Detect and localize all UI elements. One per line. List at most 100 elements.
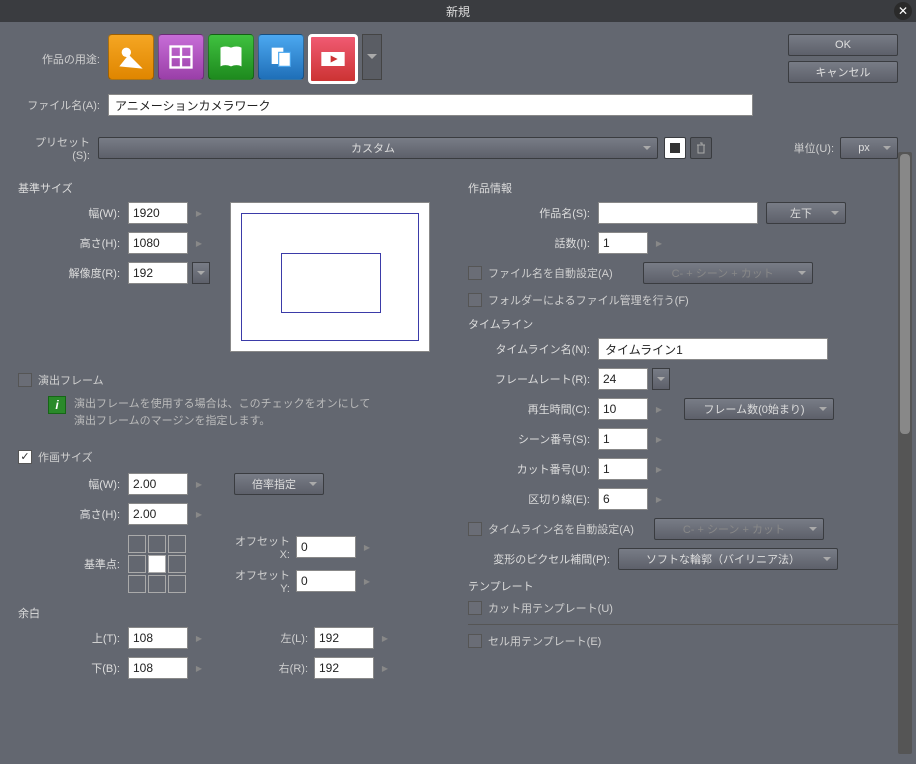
titlebar: 新規 ✕	[0, 0, 916, 22]
margin-top-spin[interactable]	[194, 634, 204, 643]
purpose-book-icon[interactable]	[208, 34, 254, 80]
auto-filename-label: ファイル名を自動設定(A)	[488, 265, 613, 281]
draw-width-input[interactable]	[128, 473, 188, 495]
anchor-grid[interactable]	[128, 535, 186, 593]
info-icon: i	[48, 396, 66, 414]
anchor-label: 基準点:	[18, 556, 128, 572]
width-spin[interactable]	[194, 209, 204, 218]
margin-right-label: 右(R):	[234, 660, 314, 676]
name-position-select[interactable]: 左下	[766, 202, 846, 224]
offsetx-label: オフセットX:	[226, 533, 296, 561]
work-name-input[interactable]	[598, 202, 758, 224]
purpose-print-icon[interactable]	[258, 34, 304, 80]
fps-label: フレームレート(R):	[468, 371, 598, 387]
resolution-input[interactable]	[128, 262, 188, 284]
close-button[interactable]: ✕	[894, 2, 912, 20]
preset-save-icon[interactable]	[664, 137, 686, 159]
height-label: 高さ(H):	[18, 235, 128, 251]
cel-template-checkbox[interactable]	[468, 634, 482, 648]
draw-size-checkbox[interactable]	[18, 450, 32, 464]
playtime-input[interactable]	[598, 398, 648, 420]
scene-input[interactable]	[598, 428, 648, 450]
cut-template-checkbox[interactable]	[468, 601, 482, 615]
divider-input[interactable]	[598, 488, 648, 510]
height-spin[interactable]	[194, 239, 204, 248]
canvas-preview	[230, 202, 430, 352]
preset-delete-icon[interactable]	[690, 137, 712, 159]
margin-bottom-spin[interactable]	[194, 664, 204, 673]
scene-spin[interactable]	[654, 435, 664, 444]
divider-spin[interactable]	[654, 495, 664, 504]
offsetx-spin[interactable]	[362, 543, 372, 552]
margin-left-spin[interactable]	[380, 634, 390, 643]
filename-label: ファイル名(A):	[18, 97, 108, 113]
timeline-name-input[interactable]	[598, 338, 828, 360]
fps-input[interactable]	[598, 368, 648, 390]
auto-filename-format[interactable]: C- + シーン + カット	[643, 262, 813, 284]
margin-left-input[interactable]	[314, 627, 374, 649]
preset-select[interactable]: カスタム	[98, 137, 658, 159]
auto-timeline-checkbox[interactable]	[468, 522, 482, 536]
purpose-animation-icon[interactable]	[308, 34, 358, 84]
draw-width-spin[interactable]	[194, 480, 204, 489]
pixel-interp-label: 変形のピクセル補間(P):	[468, 551, 618, 567]
margin-right-input[interactable]	[314, 657, 374, 679]
margin-bottom-input[interactable]	[128, 657, 188, 679]
margin-left-label: 左(L):	[234, 630, 314, 646]
purpose-dropdown[interactable]	[362, 34, 382, 80]
scrollbar[interactable]	[898, 152, 912, 754]
scale-mode-select[interactable]: 倍率指定	[234, 473, 324, 495]
direction-frame-checkbox[interactable]	[18, 373, 32, 387]
scene-label: シーン番号(S):	[468, 431, 598, 447]
auto-timeline-label: タイムライン名を自動設定(A)	[488, 521, 634, 537]
purpose-illustration-icon[interactable]	[108, 34, 154, 80]
offsety-input[interactable]	[296, 570, 356, 592]
resolution-label: 解像度(R):	[18, 265, 128, 281]
filename-input[interactable]	[108, 94, 753, 116]
offsetx-input[interactable]	[296, 536, 356, 558]
width-input[interactable]	[128, 202, 188, 224]
playtime-label: 再生時間(C):	[468, 401, 598, 417]
timeline-name-label: タイムライン名(N):	[468, 341, 598, 357]
playtime-spin[interactable]	[654, 405, 664, 414]
cel-template-label: セル用テンプレート(E)	[488, 633, 601, 649]
work-info-head: 作品情報	[468, 180, 898, 196]
margin-head: 余白	[18, 605, 448, 621]
purpose-comic-icon[interactable]	[158, 34, 204, 80]
cut-label: カット番号(U):	[468, 461, 598, 477]
margin-top-input[interactable]	[128, 627, 188, 649]
draw-height-input[interactable]	[128, 503, 188, 525]
resolution-drop[interactable]	[192, 262, 210, 284]
episode-input[interactable]	[598, 232, 648, 254]
direction-hint: 演出フレームを使用する場合は、このチェックをオンにして 演出フレームのマージンを…	[74, 396, 370, 429]
dialog-title: 新規	[446, 3, 470, 20]
divider-label: 区切り線(E):	[468, 491, 598, 507]
frame-count-select[interactable]: フレーム数(0始まり)	[684, 398, 834, 420]
auto-timeline-format[interactable]: C- + シーン + カット	[654, 518, 824, 540]
base-size-head: 基準サイズ	[18, 180, 448, 196]
direction-frame-label: 演出フレーム	[38, 372, 104, 388]
preset-label: プリセット(S):	[18, 134, 98, 162]
margin-bottom-label: 下(B):	[18, 660, 128, 676]
cut-input[interactable]	[598, 458, 648, 480]
fps-drop[interactable]	[652, 368, 670, 390]
episode-spin[interactable]	[654, 239, 664, 248]
timeline-head: タイムライン	[468, 316, 898, 332]
margin-top-label: 上(T):	[18, 630, 128, 646]
cancel-button[interactable]: キャンセル	[788, 61, 898, 83]
cut-spin[interactable]	[654, 465, 664, 474]
pixel-interp-select[interactable]: ソフトな輪郭（バイリニア法）	[618, 548, 838, 570]
unit-select[interactable]: px	[840, 137, 898, 159]
height-input[interactable]	[128, 232, 188, 254]
ok-button[interactable]: OK	[788, 34, 898, 56]
work-name-label: 作品名(S):	[468, 205, 598, 221]
unit-label: 単位(U):	[794, 140, 834, 156]
margin-right-spin[interactable]	[380, 664, 390, 673]
scrollbar-thumb[interactable]	[900, 154, 910, 434]
draw-height-spin[interactable]	[194, 510, 204, 519]
offsety-spin[interactable]	[362, 577, 372, 586]
template-head: テンプレート	[468, 578, 898, 594]
offsety-label: オフセットY:	[226, 567, 296, 595]
auto-filename-checkbox[interactable]	[468, 266, 482, 280]
folder-mgmt-checkbox[interactable]	[468, 293, 482, 307]
